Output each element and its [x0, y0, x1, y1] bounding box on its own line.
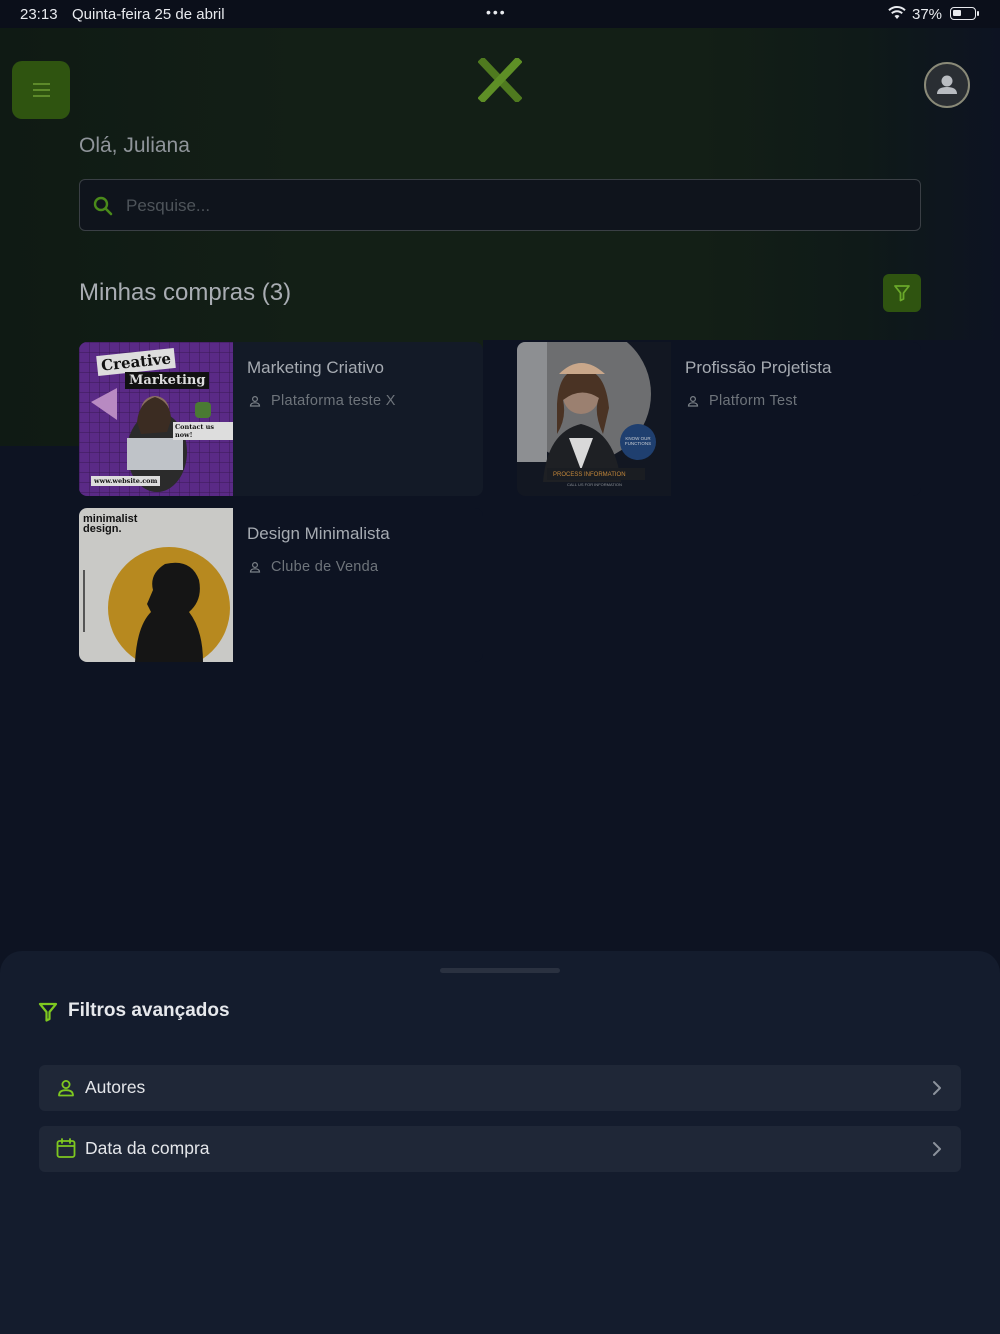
course-thumbnail: KNOW OUR FUNCTIONS PROCESS INFORMATION C… — [517, 342, 671, 496]
filter-row-label: Autores — [85, 1077, 146, 1097]
status-time: 23:13 — [20, 6, 58, 23]
multitasking-dots[interactable]: ••• — [486, 4, 507, 20]
profile-avatar-button[interactable] — [924, 62, 970, 108]
menu-icon-line — [33, 89, 50, 91]
search-input[interactable] — [124, 192, 908, 220]
filter-row-label: Data da compra — [85, 1138, 210, 1158]
logo-x-icon[interactable] — [478, 58, 522, 102]
purchase-card[interactable]: Creative Marketing Contact us now! www.w… — [79, 342, 483, 496]
filter-row-data-da-compra[interactable]: Data da compra — [39, 1126, 961, 1172]
chevron-right-icon — [933, 1142, 941, 1156]
menu-button[interactable] — [12, 61, 70, 119]
battery-tip — [977, 11, 979, 16]
status-date: Quinta-feira 25 de abril — [72, 6, 225, 23]
user-icon — [687, 395, 699, 407]
sheet-drag-handle[interactable] — [440, 968, 560, 973]
purchase-card[interactable]: minimalist design. Design Minimalista Cl… — [79, 508, 483, 662]
menu-icon-line — [33, 83, 50, 85]
thumb-label-marketing: Marketing — [125, 372, 210, 389]
card-author: Plataforma teste X — [271, 393, 396, 409]
thumb-label-process: PROCESS INFORMATION — [553, 472, 626, 478]
menu-icon-line — [33, 95, 50, 97]
sheet-title: Filtros avançados — [68, 1000, 230, 1021]
filter-icon — [894, 285, 910, 302]
status-bar: 23:13 Quinta-feira 25 de abril ••• 37% — [0, 0, 1000, 28]
card-title: Profissão Projetista — [685, 358, 832, 377]
card-author: Clube de Venda — [271, 559, 379, 575]
battery-percentage: 37% — [912, 6, 943, 23]
wifi-icon — [888, 6, 906, 19]
card-title: Marketing Criativo — [247, 358, 384, 377]
search-bar[interactable] — [79, 179, 921, 231]
battery-icon — [950, 7, 976, 20]
user-icon — [58, 1080, 74, 1097]
calendar-icon — [56, 1138, 76, 1158]
greeting: Olá, Juliana — [79, 134, 190, 157]
thumb-label-contact: Contact us now! — [173, 422, 233, 440]
user-icon — [249, 395, 261, 407]
thumb-label-functions: KNOW OUR FUNCTIONS — [624, 436, 652, 446]
user-icon — [249, 561, 261, 573]
course-thumbnail: minimalist design. — [79, 508, 233, 662]
thumb-label-website: www.website.com — [91, 476, 161, 486]
purchases-title: Minhas compras (3) — [79, 279, 292, 306]
filter-icon — [38, 1002, 58, 1022]
card-author: Platform Test — [709, 393, 798, 409]
filter-button[interactable] — [883, 274, 921, 312]
purchase-card[interactable]: KNOW OUR FUNCTIONS PROCESS INFORMATION C… — [517, 342, 921, 496]
thumb-label-minimalist: minimalist design. — [83, 513, 138, 535]
thumb-label-call: CALL US FOR INFORMATION — [567, 482, 622, 487]
filter-row-autores[interactable]: Autores — [39, 1065, 961, 1111]
advanced-filters-sheet: Filtros avançados Autores Data da compra — [0, 951, 1000, 1334]
card-title: Design Minimalista — [247, 524, 390, 543]
course-thumbnail: Creative Marketing Contact us now! www.w… — [79, 342, 233, 496]
search-icon — [93, 196, 113, 216]
chevron-right-icon — [933, 1081, 941, 1095]
user-avatar-icon — [937, 75, 957, 94]
